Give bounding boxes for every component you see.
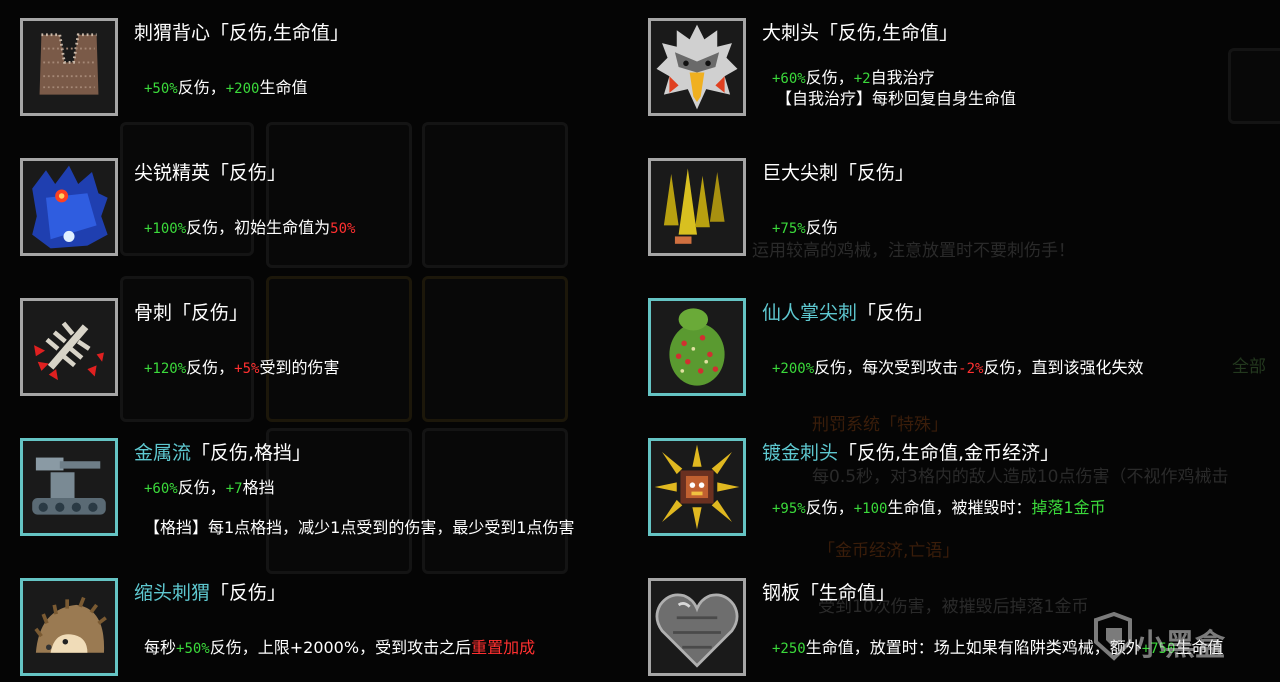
- cactus-spike-icon: [648, 298, 746, 396]
- desc-segment: 反伤，每次受到攻击: [814, 358, 959, 377]
- card-desc: +60%反伤，+2自我治疗: [772, 68, 935, 89]
- desc-segment: 反伤，上限+2000%，受到攻击之后: [209, 638, 472, 657]
- desc-segment: 每秒: [144, 638, 177, 657]
- desc-segment: 格挡: [242, 478, 275, 497]
- desc-segment: 反伤，直到该强化失效: [983, 358, 1144, 377]
- desc-segment: -2%: [958, 361, 984, 377]
- desc-segment: 反伤: [805, 218, 838, 237]
- desc-segment: +75%: [772, 221, 806, 237]
- bg-slot: [422, 428, 568, 574]
- card-tags: 「反伤」: [210, 162, 287, 184]
- bg-tab-all: 全部: [1232, 357, 1266, 377]
- desc-segment: 反伤，: [805, 498, 854, 517]
- bg-slot: [266, 122, 412, 268]
- desc-segment: +60%: [772, 71, 806, 87]
- desc-segment: +50%: [144, 81, 178, 97]
- card-tags: 「反伤,格挡」: [191, 442, 312, 464]
- desc-segment: 反伤，初始生命值为: [186, 218, 331, 237]
- desc-segment: +50%: [176, 641, 210, 657]
- card-name: 大刺头: [762, 22, 820, 44]
- bg-slot: [1228, 48, 1280, 124]
- card-tags: 「生命值」: [800, 582, 896, 604]
- bg-hint-text: 运用较高的鸡械，注意放置时不要刺伤手！: [752, 241, 1075, 261]
- card-desc: +60%反伤，+7格挡: [144, 478, 275, 499]
- desc-segment: 自我治疗: [870, 68, 935, 87]
- card-name: 镀金刺头: [762, 442, 839, 464]
- desc-segment: +250: [772, 641, 806, 657]
- desc-segment: +60%: [144, 481, 178, 497]
- desc-segment: +5%: [234, 361, 260, 377]
- steel-plate-icon: [648, 578, 746, 676]
- hedgehog-vest-icon: [20, 18, 118, 116]
- card-desc: +100%反伤，初始生命值为50%: [144, 218, 355, 239]
- card-name: 仙人掌尖刺: [762, 302, 858, 324]
- card-tags: 「反伤,生命值,金币经济」: [838, 442, 1060, 464]
- bg-slot: [422, 276, 568, 422]
- card-name: 巨大尖刺: [762, 162, 839, 184]
- card-tags: 「反伤」: [838, 162, 915, 184]
- desc-segment: 生命值: [259, 78, 308, 97]
- desc-segment: +120%: [144, 361, 187, 377]
- card-name: 金属流: [134, 442, 192, 464]
- shy-hedgehog-icon: [20, 578, 118, 676]
- card-tags: 「反伤」: [210, 582, 287, 604]
- desc-segment: +200%: [772, 361, 815, 377]
- card-name: 钢板: [762, 582, 801, 604]
- bg-item-title: 刑罚系统「特殊」: [812, 415, 948, 435]
- card-tags: 「反伤,生命值」: [210, 22, 350, 44]
- desc-segment: 反伤，: [177, 78, 226, 97]
- bg-slot: [266, 276, 412, 422]
- card-name: 骨刺: [134, 302, 173, 324]
- card-name: 缩头刺猬: [134, 582, 211, 604]
- card-name: 尖锐精英: [134, 162, 211, 184]
- card-tags: 「反伤」: [172, 302, 249, 324]
- desc-segment: +2: [853, 71, 871, 87]
- card-desc: +120%反伤，+5%受到的伤害: [144, 358, 339, 379]
- card-desc: +200%反伤，每次受到攻击-2%反伤，直到该强化失效: [772, 358, 1143, 379]
- desc-segment: 重置加成: [471, 638, 536, 657]
- desc-segment: +200: [225, 81, 260, 97]
- desc-segment: 反伤，: [177, 478, 226, 497]
- desc-segment: 50%: [330, 221, 356, 237]
- card-desc-extra: 【自我治疗】每秒回复自身生命值: [776, 89, 1017, 108]
- bg-slot: [422, 122, 568, 268]
- card-tags: 「反伤」: [857, 302, 934, 324]
- card-desc: +75%反伤: [772, 218, 838, 239]
- gilded-spiky-head-icon: [648, 438, 746, 536]
- desc-segment: 掉落1金币: [1031, 498, 1106, 517]
- card-name: 刺猬背心: [134, 22, 211, 44]
- big-spiky-head-icon: [648, 18, 746, 116]
- card-tags: 「反伤,生命值」: [819, 22, 959, 44]
- desc-segment: 反伤，: [805, 68, 854, 87]
- desc-segment: +95%: [772, 501, 806, 517]
- card-desc: +95%反伤，+100生命值，被摧毁时：掉落1金币: [772, 498, 1106, 519]
- sharp-elite-icon: [20, 158, 118, 256]
- card-desc: +50%反伤，+200生命值: [144, 78, 307, 99]
- bg-item-tags: 「金币经济,亡语」: [818, 541, 960, 561]
- bg-item-desc: 每0.5秒，对3格内的敌人造成10点伤害（不视作鸡械击: [812, 467, 1229, 487]
- desc-segment: +100: [853, 501, 888, 517]
- watermark-text: 小黑盒: [1135, 628, 1225, 663]
- desc-segment: 受到的伤害: [259, 358, 340, 377]
- desc-segment: +100%: [144, 221, 187, 237]
- bone-spur-icon: [20, 298, 118, 396]
- giant-spike-icon: [648, 158, 746, 256]
- metal-flow-icon: [20, 438, 118, 536]
- desc-segment: 反伤，: [186, 358, 235, 377]
- desc-segment: +7: [225, 481, 243, 497]
- bg-slot: [120, 276, 254, 422]
- desc-segment: 生命值，被摧毁时：: [887, 498, 1032, 517]
- card-desc-extra: 【格挡】每1点格挡，减少1点受到的伤害，最少受到1点伤害: [144, 518, 575, 537]
- card-desc: 每秒+50%反伤，上限+2000%，受到攻击之后重置加成: [144, 638, 535, 659]
